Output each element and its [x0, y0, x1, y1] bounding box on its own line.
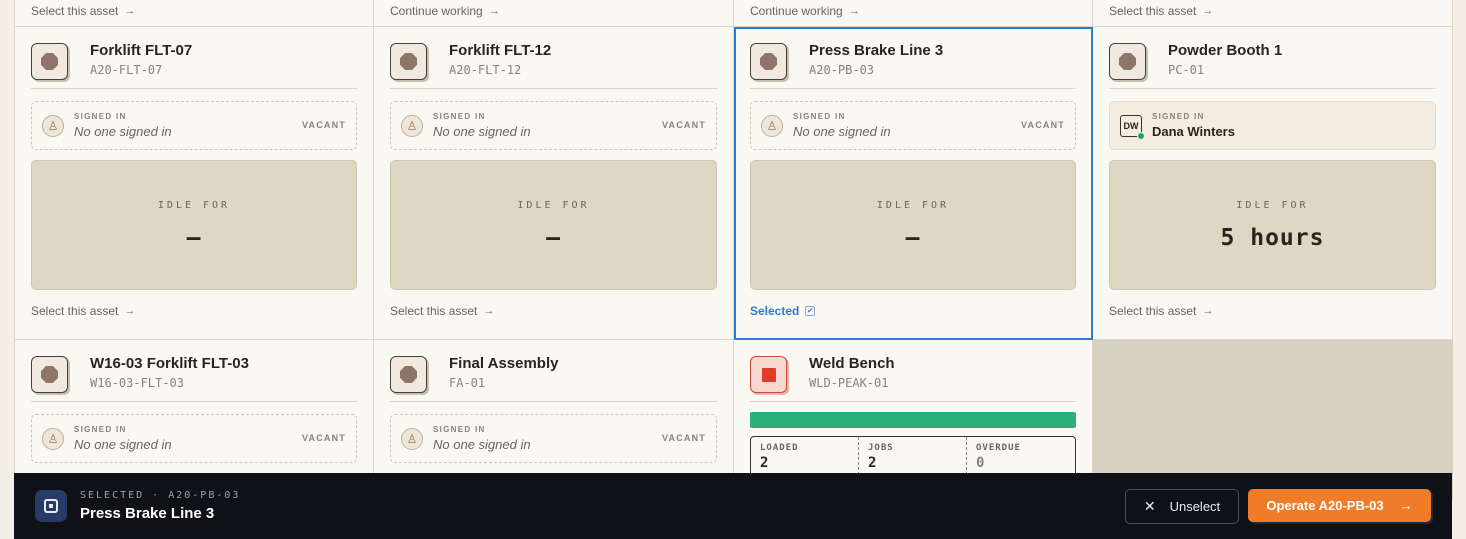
- user-icon: ♙: [761, 114, 783, 137]
- asset-card-partial: Select this asset →: [1093, 0, 1453, 27]
- asset-name: W16-03 Forklift FLT-03: [90, 355, 249, 372]
- selection-bar: SELECTED · A20-PB-03 Press Brake Line 3 …: [14, 473, 1452, 539]
- idle-panel: IDLE FOR —: [31, 160, 357, 290]
- arrow-right-icon: →: [1202, 305, 1214, 317]
- progress-bar: [750, 412, 1076, 428]
- asset-code: A20-FLT-07: [90, 63, 163, 77]
- arrow-right-icon: →: [124, 305, 136, 317]
- avatar: DW: [1120, 114, 1145, 140]
- select-asset-link[interactable]: Select this asset →: [1109, 304, 1213, 318]
- asset-name: Press Brake Line 3: [809, 42, 944, 59]
- arrow-right-icon: →: [1399, 498, 1413, 513]
- idle-panel: IDLE FOR 5 hours: [1109, 160, 1436, 290]
- select-asset-link[interactable]: Select this asset →: [390, 304, 494, 318]
- select-asset-link[interactable]: Select this asset →: [31, 304, 135, 318]
- idle-value: —: [905, 225, 921, 251]
- asset-card-partial: Select this asset →: [15, 0, 374, 27]
- operate-button[interactable]: Operate A20-PB-03 →: [1248, 489, 1431, 522]
- asset-card-partial: Continue working →: [374, 0, 734, 27]
- select-asset-link[interactable]: Select this asset →: [1109, 4, 1213, 18]
- idle-panel: IDLE FOR —: [390, 160, 717, 290]
- continue-working-link[interactable]: Continue working →: [390, 4, 500, 18]
- selected-indicator[interactable]: Selected ✓: [750, 304, 816, 318]
- continue-working-link[interactable]: Continue working →: [750, 4, 860, 18]
- status-stop-icon[interactable]: [31, 43, 68, 80]
- arrow-right-icon: →: [483, 305, 495, 317]
- asset-name: Final Assembly: [449, 355, 559, 372]
- asset-card[interactable]: Powder Booth 1 PC-01 DW SIGNED IN Dana W…: [1093, 27, 1453, 340]
- select-asset-link[interactable]: Select this asset →: [31, 4, 135, 18]
- close-icon: ✕: [1143, 498, 1156, 514]
- asset-card[interactable]: Forklift FLT-07 A20-FLT-07 ♙ SIGNED IN N…: [15, 27, 374, 340]
- operator-name: Dana Winters: [1152, 124, 1235, 139]
- selection-subtitle: SELECTED · A20-PB-03: [80, 490, 241, 501]
- online-status-icon: [1137, 131, 1145, 140]
- signed-in-panel: ♙ SIGNED IN No one signed in VACANT: [31, 414, 357, 463]
- vacant-badge: VACANT: [1020, 120, 1065, 130]
- asset-card[interactable]: Forklift FLT-12 A20-FLT-12 ♙ SIGNED IN N…: [374, 27, 734, 340]
- chip-icon: [35, 490, 67, 522]
- vacant-badge: VACANT: [661, 433, 706, 443]
- user-icon: ♙: [42, 114, 64, 137]
- idle-value: 5 hours: [1220, 225, 1325, 251]
- arrow-right-icon: →: [1202, 5, 1214, 17]
- checkbox-checked-icon: ✓: [805, 306, 816, 316]
- asset-name: Forklift FLT-12: [449, 42, 552, 59]
- user-icon: ♙: [42, 427, 64, 450]
- signed-in-panel: ♙ SIGNED IN No one signed in VACANT: [750, 101, 1076, 150]
- signed-in-panel: ♙ SIGNED IN No one signed in VACANT: [31, 101, 357, 150]
- unselect-button[interactable]: ✕ Unselect: [1125, 489, 1239, 524]
- asset-code: FA-01: [449, 376, 486, 390]
- asset-grid: Select this asset → Continue working → Con…: [14, 0, 1453, 500]
- asset-name: Powder Booth 1: [1168, 42, 1283, 59]
- arrow-right-icon: →: [488, 5, 500, 17]
- status-alert-icon[interactable]: [750, 356, 787, 393]
- asset-card-selected[interactable]: Press Brake Line 3 A20-PB-03 ♙ SIGNED IN…: [734, 27, 1093, 340]
- asset-code: WLD-PEAK-01: [809, 376, 889, 390]
- user-icon: ♙: [401, 427, 423, 450]
- status-stop-icon[interactable]: [390, 356, 427, 393]
- status-stop-icon[interactable]: [1109, 43, 1146, 80]
- asset-code: A20-FLT-12: [449, 63, 522, 77]
- asset-code: PC-01: [1168, 63, 1205, 77]
- arrow-right-icon: →: [848, 5, 860, 17]
- idle-value: —: [546, 225, 561, 251]
- signed-in-panel: ♙ SIGNED IN No one signed in VACANT: [390, 101, 717, 150]
- status-stop-icon[interactable]: [390, 43, 427, 80]
- user-icon: ♙: [401, 114, 423, 137]
- idle-panel: IDLE FOR —: [750, 160, 1076, 290]
- signed-in-panel: ♙ SIGNED IN No one signed in VACANT: [390, 414, 717, 463]
- vacant-badge: VACANT: [301, 120, 346, 130]
- vacant-badge: VACANT: [661, 120, 706, 130]
- asset-card-partial: Continue working →: [734, 0, 1093, 27]
- selection-title: Press Brake Line 3: [80, 505, 215, 522]
- status-stop-icon[interactable]: [31, 356, 68, 393]
- idle-value: —: [186, 225, 202, 251]
- signed-in-panel: DW SIGNED IN Dana Winters: [1109, 101, 1436, 150]
- asset-name: Forklift FLT-07: [90, 42, 193, 59]
- vacant-badge: VACANT: [301, 433, 346, 443]
- status-stop-icon[interactable]: [750, 43, 787, 80]
- asset-code: W16-03-FLT-03: [90, 376, 184, 390]
- arrow-right-icon: →: [124, 5, 136, 17]
- asset-code: A20-PB-03: [809, 63, 875, 77]
- asset-name: Weld Bench: [809, 355, 895, 372]
